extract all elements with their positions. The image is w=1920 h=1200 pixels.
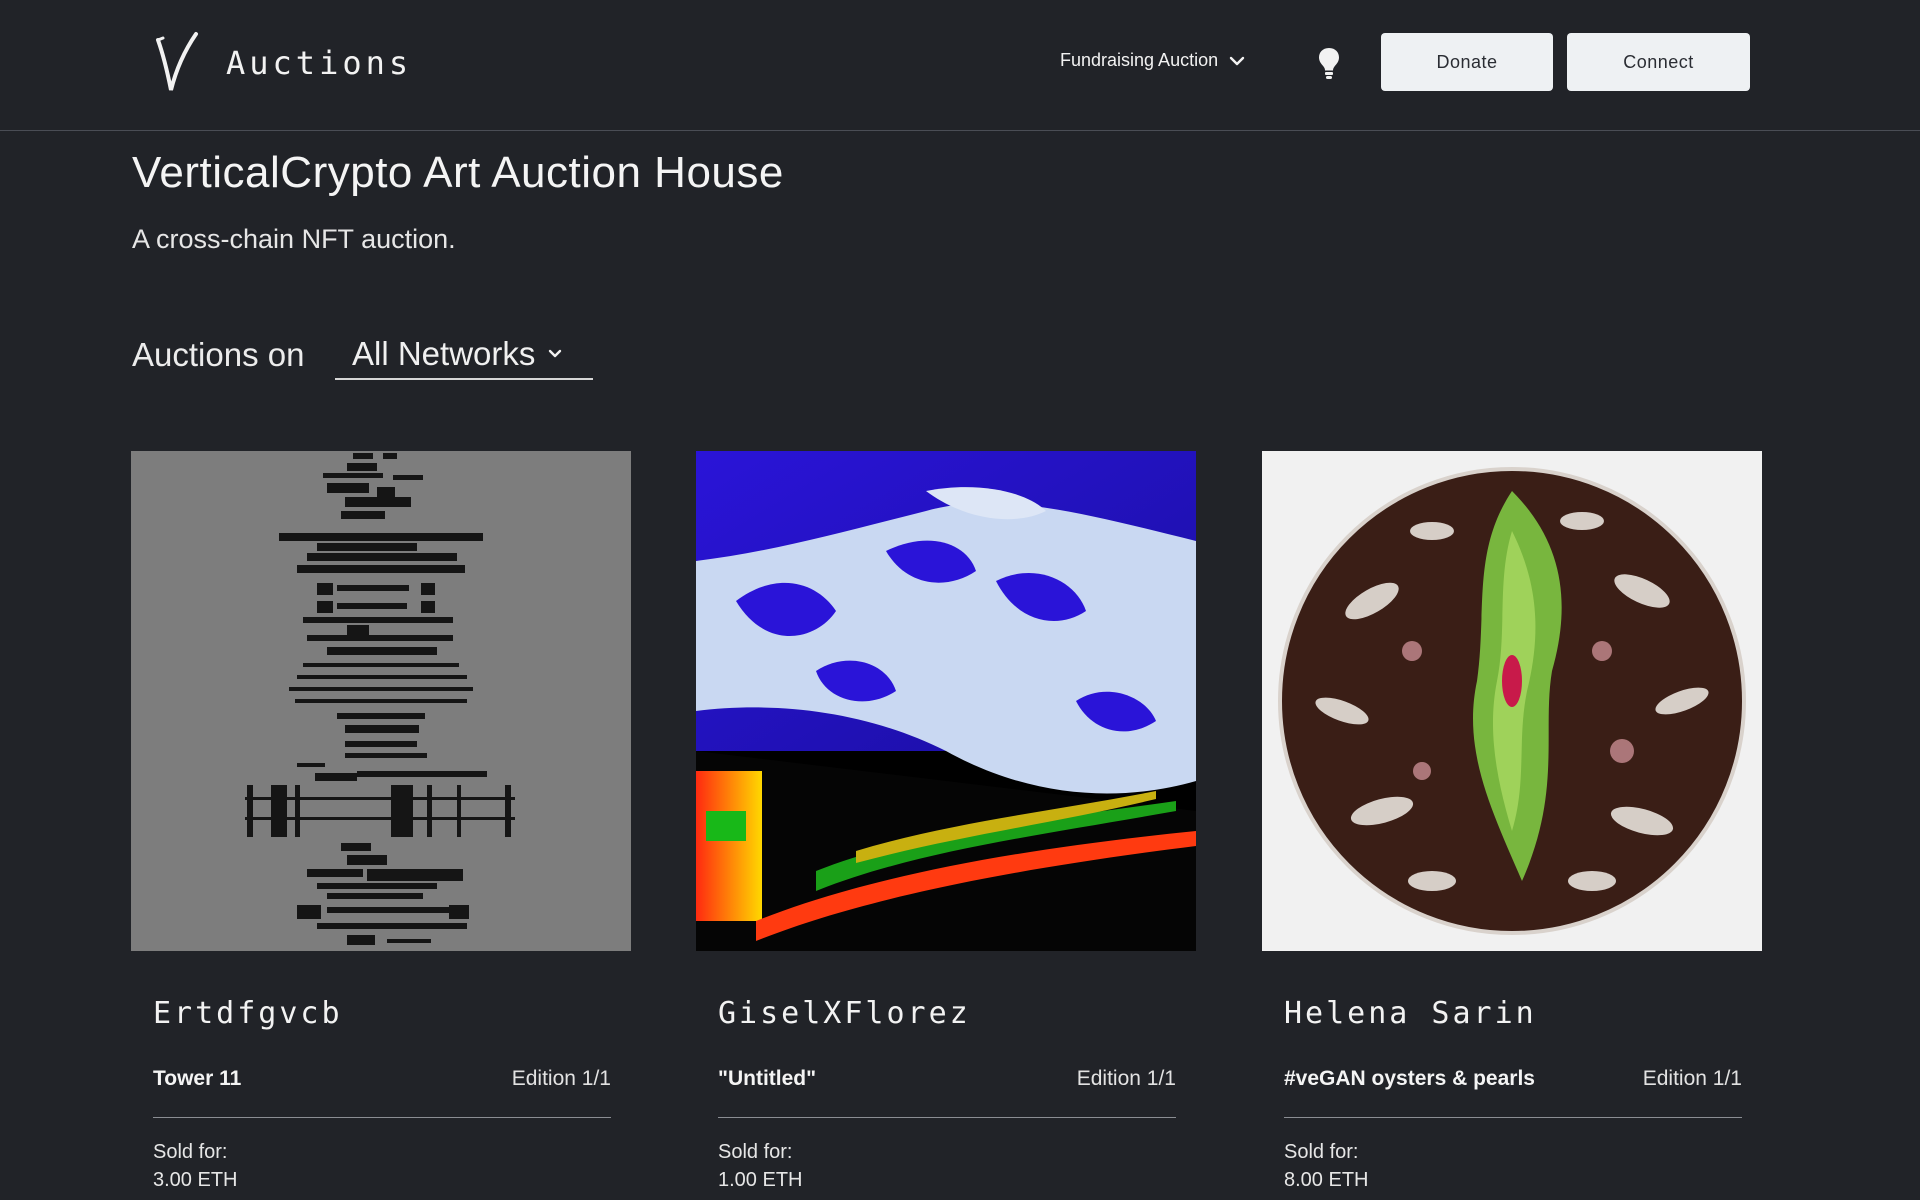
artist-name[interactable]: GiselXFlorez <box>718 996 971 1031</box>
edition-label: Edition 1/1 <box>511 1067 611 1090</box>
edition-label: Edition 1/1 <box>1076 1067 1176 1090</box>
sold-price: 8.00 ETH <box>1284 1169 1369 1191</box>
auction-card[interactable]: Ertdfgvcb Tower 11 Edition 1/1 Sold for:… <box>131 451 631 1191</box>
fundraising-auction-label: Fundraising Auction <box>1060 50 1219 70</box>
auction-card[interactable]: GiselXFlorez "Untitled" Edition 1/1 Sold… <box>696 451 1196 1191</box>
artwork-image[interactable] <box>1262 451 1762 951</box>
artwork-tower-ascii <box>131 451 631 951</box>
donate-button[interactable]: Donate <box>1381 33 1553 91</box>
artwork-title[interactable]: #veGAN oysters & pearls <box>1284 1067 1535 1091</box>
divider <box>718 1117 1176 1118</box>
artwork-meta-row: #veGAN oysters & pearls Edition 1/1 <box>1284 1067 1742 1091</box>
page-subtitle: A cross-chain NFT auction. <box>132 224 456 254</box>
sold-for-label: Sold for: <box>718 1141 793 1163</box>
top-header: Auctions Fundraising Auction Donate Conn… <box>0 0 1920 131</box>
brand-title[interactable]: Auctions <box>226 44 412 82</box>
artwork-image[interactable] <box>696 451 1196 951</box>
auction-card[interactable]: Helena Sarin #veGAN oysters & pearls Edi… <box>1262 451 1762 1191</box>
artwork-title[interactable]: Tower 11 <box>153 1067 241 1091</box>
network-select[interactable]: All Networks <box>335 332 593 380</box>
artwork-meta-row: Tower 11 Edition 1/1 <box>153 1067 611 1091</box>
network-select-value: All Networks <box>352 335 536 372</box>
lightbulb-icon[interactable] <box>1316 46 1342 80</box>
page-title: VerticalCrypto Art Auction House <box>132 148 784 197</box>
sold-price: 3.00 ETH <box>153 1169 238 1191</box>
v-logo-icon[interactable] <box>154 30 200 96</box>
auctions-on-label: Auctions on <box>132 336 305 373</box>
chevron-down-icon <box>1229 56 1245 65</box>
artwork-image[interactable] <box>131 451 631 951</box>
artwork-abstract-glitch <box>696 451 1196 951</box>
artwork-oysters-plate <box>1262 451 1762 951</box>
divider <box>1284 1117 1742 1118</box>
chevron-down-icon <box>549 349 562 358</box>
artist-name[interactable]: Helena Sarin <box>1284 996 1537 1031</box>
sold-for-label: Sold for: <box>1284 1141 1359 1163</box>
artwork-meta-row: "Untitled" Edition 1/1 <box>718 1067 1176 1091</box>
divider <box>153 1117 611 1118</box>
connect-button[interactable]: Connect <box>1567 33 1750 91</box>
fundraising-auction-dropdown[interactable]: Fundraising Auction <box>1060 50 1246 71</box>
sold-price: 1.00 ETH <box>718 1169 803 1191</box>
edition-label: Edition 1/1 <box>1642 1067 1742 1090</box>
artist-name[interactable]: Ertdfgvcb <box>153 996 343 1031</box>
artwork-title[interactable]: "Untitled" <box>718 1067 816 1091</box>
sold-for-label: Sold for: <box>153 1141 228 1163</box>
